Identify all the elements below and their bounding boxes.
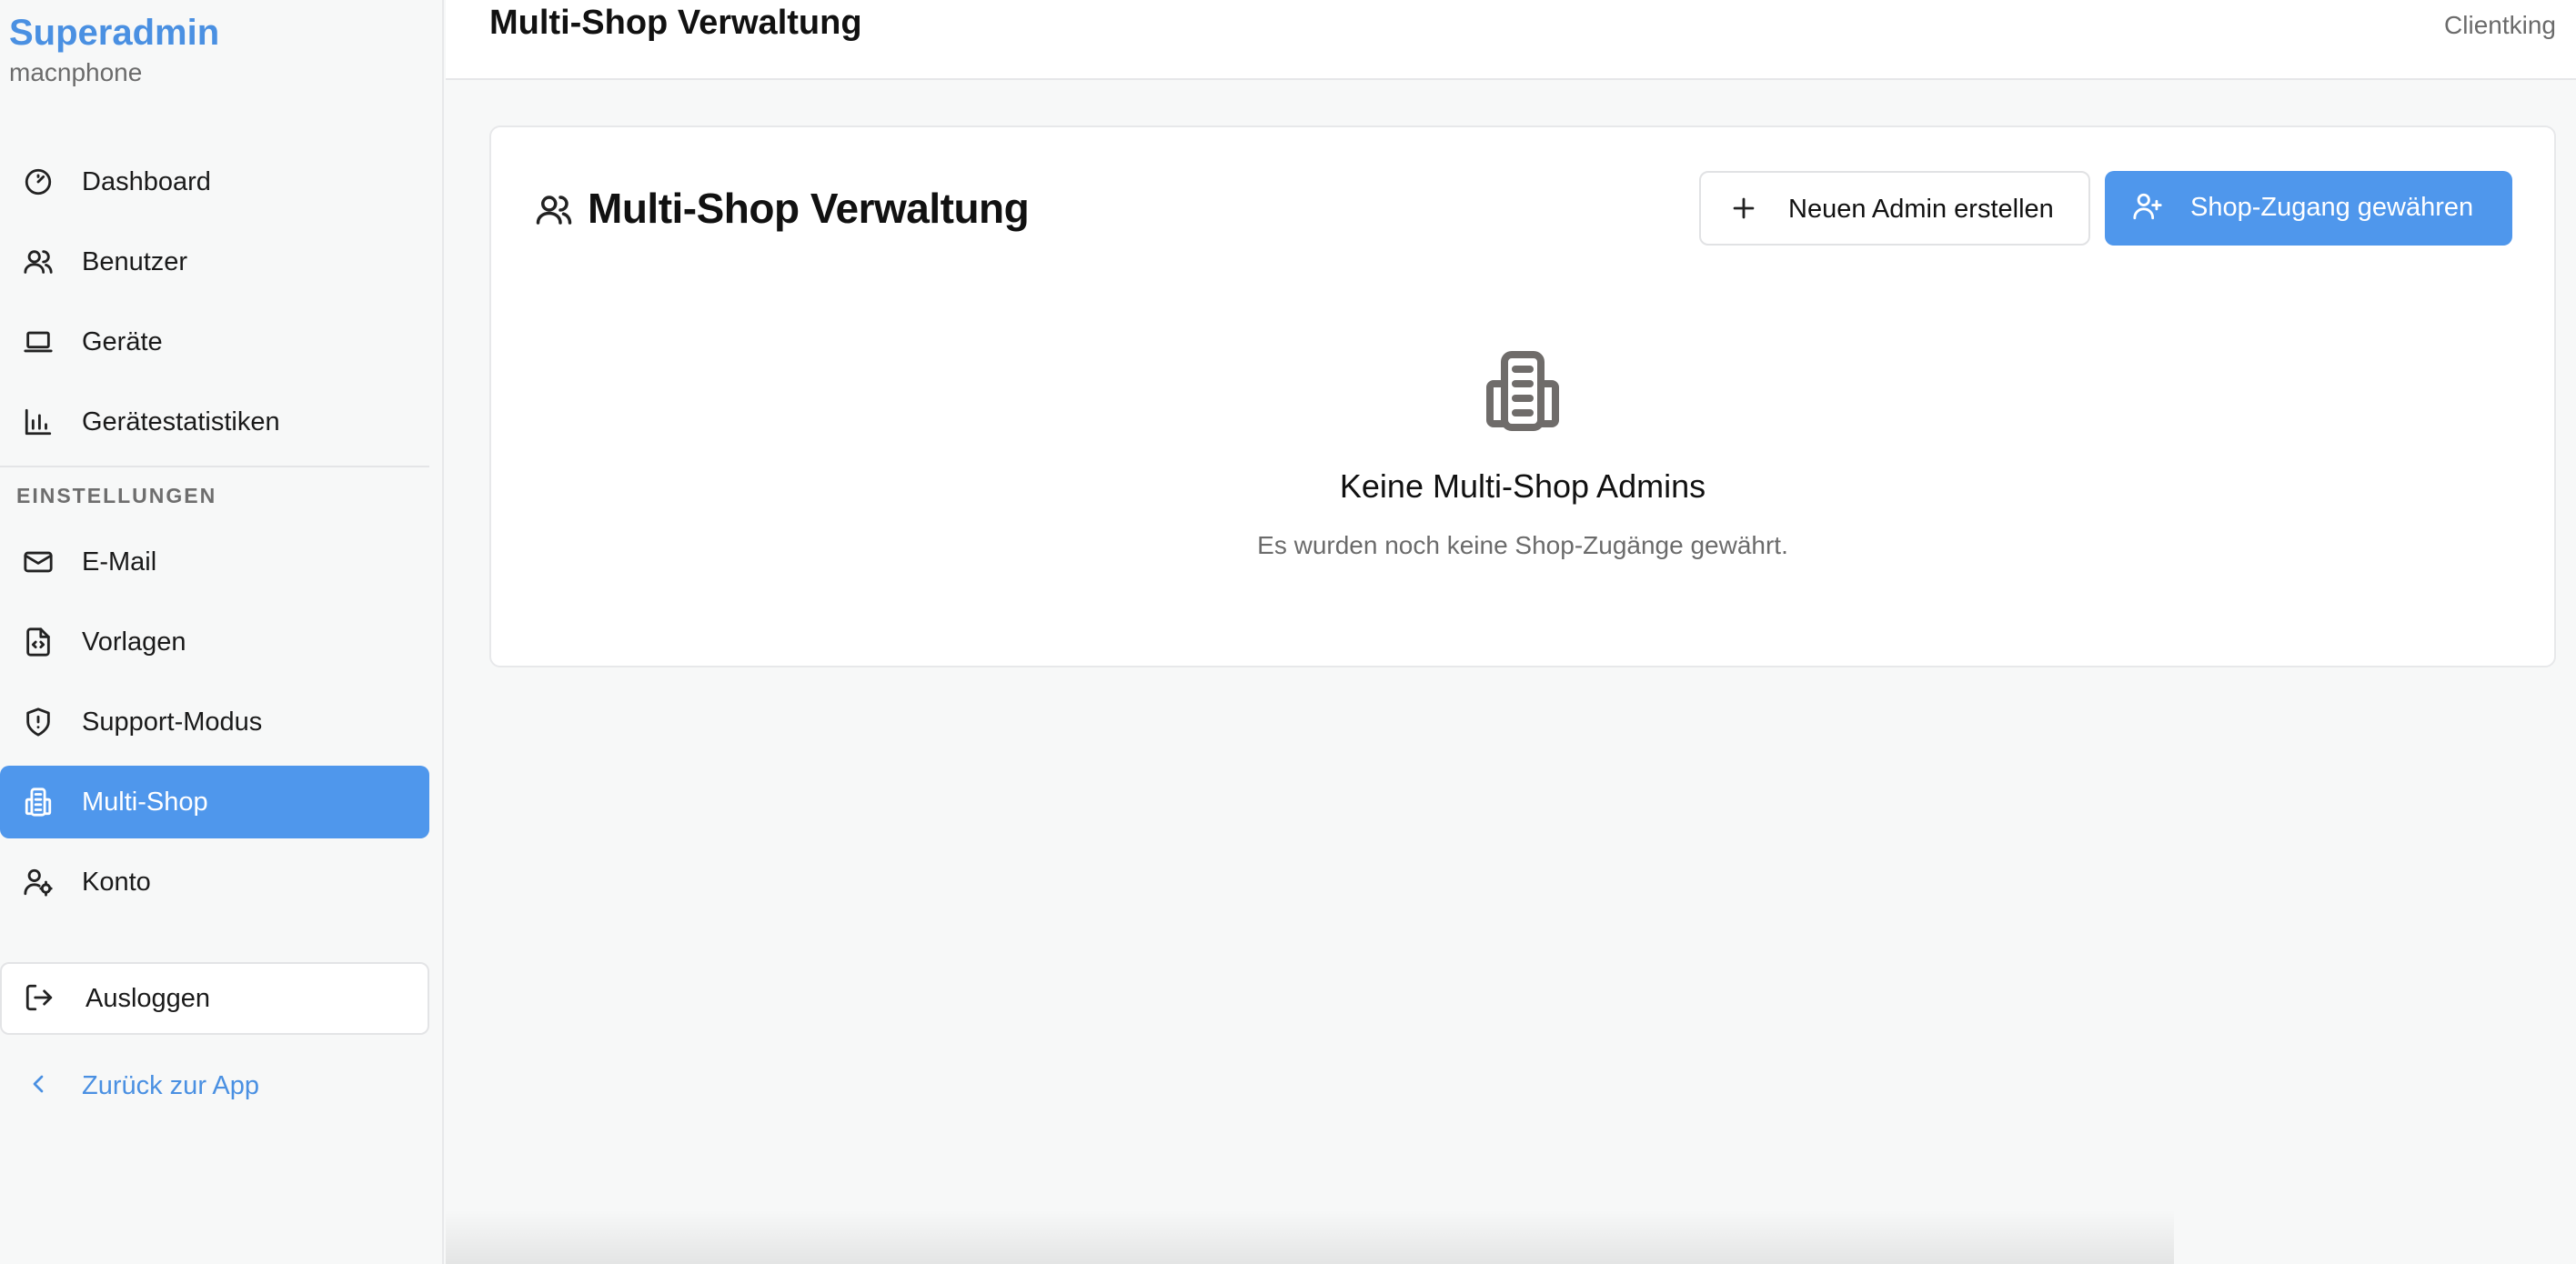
chevron-left-icon: [24, 1069, 55, 1100]
sidebar-item-label: Benutzer: [82, 246, 188, 276]
topbar-client-name: Clientking: [2444, 11, 2556, 39]
user-cog-icon: [22, 866, 55, 898]
back-to-app-link[interactable]: Zurück zur App: [0, 1053, 429, 1119]
brand-subtitle: macnphone: [9, 58, 143, 86]
sidebar-item-label: E-Mail: [82, 547, 157, 577]
back-to-app-label: Zurück zur App: [82, 1071, 260, 1100]
card-title: Multi-Shop Verwaltung: [588, 185, 1030, 232]
sidebar-item-label: Dashboard: [82, 166, 211, 196]
sidebar-item-templates[interactable]: Vorlagen: [0, 606, 429, 678]
empty-state-subtitle: Es wurden noch keine Shop-Zugänge gewähr…: [1257, 531, 1788, 559]
sidebar-item-email[interactable]: E-Mail: [0, 526, 429, 598]
gauge-icon: [22, 166, 55, 198]
sidebar-item-label: Gerätestatistiken: [82, 406, 280, 436]
building-icon: [1479, 347, 1566, 435]
plus-icon: [1728, 193, 1761, 226]
sidebar: Superadmin macnphone Dashboard Benutzer …: [0, 0, 444, 1264]
sidebar-item-label: Support-Modus: [82, 707, 263, 737]
users-icon: [535, 191, 573, 229]
brand-title: Superadmin: [9, 13, 220, 53]
sidebar-item-label: Konto: [82, 867, 151, 897]
brand: Superadmin macnphone: [9, 9, 219, 89]
logout-button[interactable]: Ausloggen: [0, 962, 429, 1035]
sidebar-item-label: Multi-Shop: [82, 787, 208, 817]
mail-icon: [22, 546, 55, 578]
log-out-icon: [24, 982, 56, 1015]
sidebar-item-label: Geräte: [82, 326, 163, 356]
building-icon: [22, 786, 55, 818]
section-divider: [0, 466, 429, 467]
page-title: Multi-Shop Verwaltung: [489, 4, 862, 42]
new-admin-label: Neuen Admin erstellen: [1788, 195, 2054, 224]
grant-shop-access-label: Shop-Zugang gewähren: [2190, 193, 2474, 222]
users-icon: [22, 246, 55, 278]
multi-shop-card: Multi-Shop Verwaltung Neuen Admin erstel…: [489, 125, 2556, 667]
sidebar-item-account[interactable]: Konto: [0, 846, 429, 918]
empty-state-title: Keine Multi-Shop Admins: [1339, 467, 1706, 505]
grant-shop-access-button[interactable]: Shop-Zugang gewähren: [2105, 171, 2512, 246]
sidebar-item-support-mode[interactable]: Support-Modus: [0, 686, 429, 758]
laptop-icon: [22, 326, 55, 358]
sidebar-item-dashboard[interactable]: Dashboard: [0, 145, 429, 218]
bottom-shadow: [446, 1209, 2174, 1264]
file-code-icon: [22, 626, 55, 658]
sidebar-item-multi-shop[interactable]: Multi-Shop: [0, 766, 429, 838]
bar-chart-icon: [22, 406, 55, 438]
sidebar-item-label: Vorlagen: [82, 627, 186, 657]
section-label-settings: EINSTELLUNGEN: [16, 484, 217, 507]
user-plus-icon: [2132, 191, 2165, 224]
sidebar-item-device-stats[interactable]: Gerätestatistiken: [0, 386, 429, 458]
topbar: Multi-Shop Verwaltung Clientking: [446, 0, 2576, 80]
shield-alert-icon: [22, 706, 55, 738]
new-admin-button[interactable]: Neuen Admin erstellen: [1699, 171, 2090, 246]
logout-label: Ausloggen: [86, 984, 211, 1013]
sidebar-item-users[interactable]: Benutzer: [0, 226, 429, 298]
sidebar-item-devices[interactable]: Geräte: [0, 306, 429, 378]
